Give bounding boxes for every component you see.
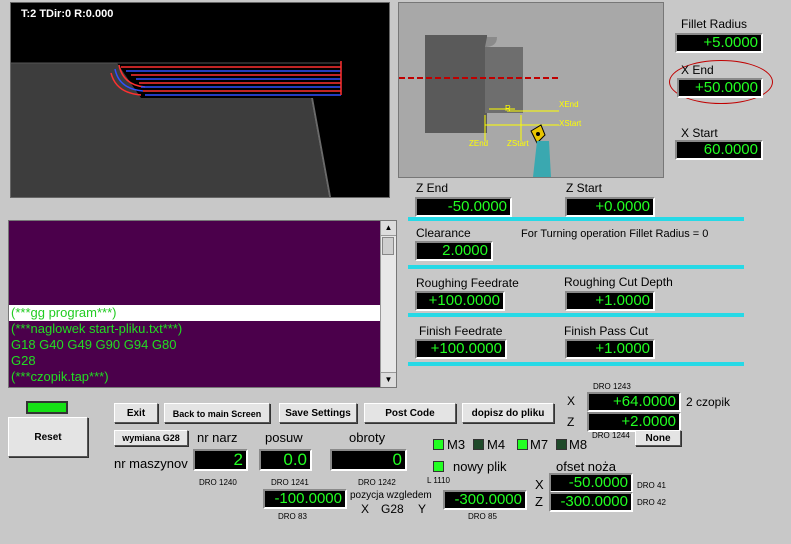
dro-1243-field[interactable]: +64.0000 [587, 392, 681, 412]
dro-1241-caption: DRO 1241 [271, 478, 309, 487]
finish-pass-cut-field[interactable]: +1.0000 [565, 339, 655, 359]
diagram-label-xend: XEnd [559, 100, 579, 109]
dopisz-do-pliku-button[interactable]: dopisz do pliku [462, 403, 554, 423]
separator-4 [408, 362, 744, 366]
led-m7-label: M7 [530, 437, 549, 452]
finish-feedrate-field[interactable]: +100.0000 [415, 339, 507, 359]
separator-1 [408, 217, 744, 221]
nowy-plik-led-icon [433, 461, 444, 472]
none-button[interactable]: None [635, 430, 681, 446]
dro-1244-field[interactable]: +2.0000 [587, 412, 681, 432]
dro-85-caption: DRO 85 [468, 512, 497, 521]
dro-1240-caption: DRO 1240 [199, 478, 237, 487]
ofset-x-field[interactable]: -50.0000 [549, 473, 633, 493]
dro-1243-axis: X [567, 394, 576, 408]
separator-2 [408, 265, 744, 269]
dro-1243-name: 2 czopik [686, 395, 731, 409]
g28-x-axis: X [361, 502, 370, 516]
post-code-button[interactable]: Post Code [364, 403, 456, 423]
g28-y-axis: Y [418, 502, 427, 516]
z-end-field[interactable]: -50.0000 [415, 197, 512, 217]
ofset-noza-label: ofset noża [556, 459, 616, 474]
z-start-field[interactable]: +0.0000 [565, 197, 655, 217]
exit-button[interactable]: Exit [114, 403, 158, 423]
pozycja-wzgledem-label: pozycja wzgledem [350, 490, 432, 501]
reset-indicator-led [26, 401, 68, 414]
roughing-cut-depth-label: Roughing Cut Depth [564, 275, 673, 289]
dro-1244-axis: Z [567, 415, 575, 429]
dro-1243-caption: DRO 1243 [593, 382, 631, 391]
diagram-label-zend: ZEnd [469, 139, 489, 148]
led-m7-icon [517, 439, 528, 450]
clearance-label: Clearance [416, 226, 471, 240]
fillet-radius-field[interactable]: +5.0000 [675, 33, 763, 53]
x-end-field[interactable]: +50.0000 [677, 78, 763, 98]
gcode-highlight-text: (***gg program***) [11, 305, 117, 320]
posuw-field[interactable]: 0.0 [259, 449, 312, 471]
z-end-label: Z End [416, 181, 449, 195]
finish-pass-cut-label: Finish Pass Cut [564, 324, 649, 338]
z-start-label: Z Start [566, 181, 603, 195]
nowy-plik-label: nowy plik [453, 459, 507, 474]
clearance-field[interactable]: 2.0000 [415, 241, 493, 261]
led-m8-icon [556, 439, 567, 450]
dro-83-caption: DRO 83 [278, 512, 307, 521]
gcode-highlight-line[interactable]: (***gg program***) [9, 305, 381, 321]
finish-feedrate-label: Finish Feedrate [419, 324, 503, 338]
back-to-main-button[interactable]: Back to main Screen [164, 403, 270, 423]
obroty-field[interactable]: 0 [330, 449, 407, 471]
ofset-x-axis: X [535, 477, 544, 492]
roughing-cut-depth-field[interactable]: +1.0000 [565, 291, 655, 311]
toolpath-graphic [11, 61, 342, 197]
roughing-feedrate-field[interactable]: +100.0000 [415, 291, 505, 311]
ofset-z-field[interactable]: -300.0000 [549, 492, 633, 512]
gcode-line: (***naglowek start-pliku.txt***) [11, 321, 183, 336]
gcode-line: (***czopik.tap***) [11, 369, 109, 384]
nr-maszynov-label: nr maszynov [114, 456, 188, 471]
x-start-label: X Start [681, 126, 718, 140]
turning-diagram-svg [399, 35, 559, 177]
obroty-label: obroty [349, 430, 386, 445]
ofset-z-axis: Z [535, 494, 543, 509]
posuw-label: posuw [265, 430, 303, 445]
x-end-label: X End [681, 63, 714, 77]
scroll-up-arrow-icon[interactable]: ▲ [381, 221, 396, 236]
nr-narz-label: nr narz [197, 430, 238, 445]
g28-mid-label: G28 [381, 502, 404, 516]
fillet-radius-label: Fillet Radius [681, 17, 748, 31]
dro-1242-caption: DRO 1242 [358, 478, 396, 487]
led-m4-icon [473, 439, 484, 450]
gcode-lines: (***naglowek start-pliku.txt***) G18 G40… [11, 321, 381, 385]
led-m8-label: M8 [569, 437, 588, 452]
roughing-feedrate-label: Roughing Feedrate [416, 276, 519, 290]
g28-x-field[interactable]: -100.0000 [263, 489, 347, 509]
led-m4-label: M4 [487, 437, 506, 452]
g28-y-field[interactable]: -300.0000 [443, 490, 527, 510]
scroll-thumb[interactable] [382, 237, 394, 255]
wymiana-g28-button[interactable]: wymiana G28 [114, 430, 188, 446]
gcode-line: G28 [11, 353, 36, 368]
gcode-listing[interactable]: (***gg program***) (***naglowek start-pl… [8, 220, 397, 388]
reset-button[interactable]: Reset [8, 417, 88, 457]
fillet-note: For Turning operation Fillet Radius = 0 [521, 228, 709, 240]
gcode-line: G18 G40 G49 G90 G94 G80 [11, 337, 177, 352]
toolpath-viewport[interactable]: T:2 TDir:0 R:0.000 [10, 2, 390, 198]
nowy-plik-caption: L 1110 [427, 476, 450, 485]
dro-42-caption: DRO 42 [637, 498, 666, 507]
diagram-label-zstart: ZStart [507, 139, 529, 148]
diagram-label-xstart: XStart [559, 119, 582, 128]
led-m3-label: M3 [447, 437, 466, 452]
dro-41-caption: DRO 41 [637, 481, 666, 490]
scroll-down-arrow-icon[interactable]: ▼ [381, 372, 396, 387]
gcode-scrollbar[interactable]: ▲ ▼ [380, 221, 396, 387]
diagram-label-r: R [505, 104, 511, 113]
nr-narz-field[interactable]: 2 [193, 449, 248, 471]
save-settings-button[interactable]: Save Settings [279, 403, 357, 423]
dro-1244-caption: DRO 1244 [592, 431, 630, 440]
led-m3-icon [433, 439, 444, 450]
separator-3 [408, 313, 744, 317]
turning-diagram: R XEnd XStart ZEnd ZStart [398, 2, 664, 178]
x-start-field[interactable]: 60.0000 [675, 140, 763, 160]
